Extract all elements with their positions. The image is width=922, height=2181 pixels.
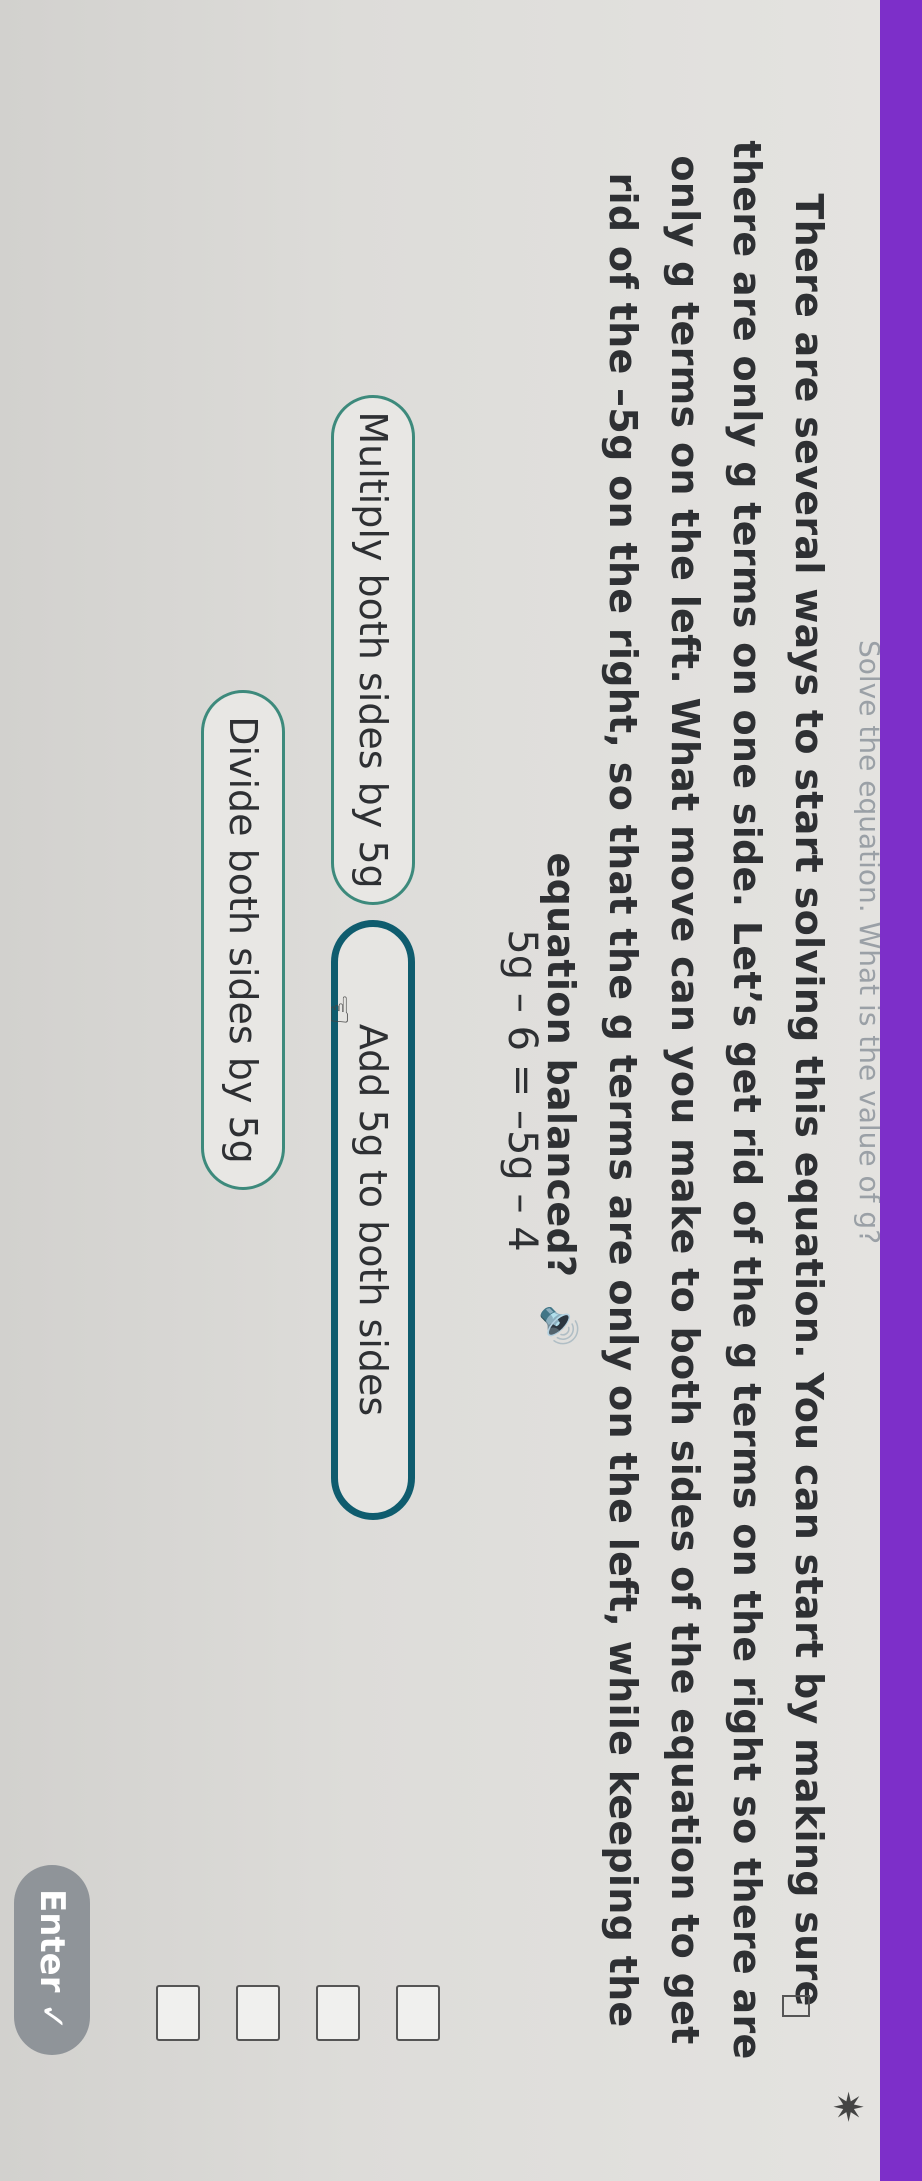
enter-label: Enter	[32, 1888, 72, 1993]
instruction-body: There are several ways to start solving …	[539, 140, 831, 2060]
flag-icon	[782, 1995, 810, 2017]
choice-multiply-5g[interactable]: Multiply both sides by 5g	[331, 395, 415, 905]
choice-label: Divide both sides by 5g	[221, 716, 265, 1164]
sparkle-icon: ✷	[824, 2090, 870, 2124]
hand-pointer-icon: ☝	[328, 990, 351, 1032]
choice-label: Multiply both sides by 5g	[351, 411, 395, 889]
enter-button[interactable]: Enter ✓	[14, 1865, 90, 2055]
progress-tracker	[120, 1975, 440, 2075]
question-title: Solve the equation. What is the value of…	[853, 640, 880, 1245]
choice-divide-5g[interactable]: Divide both sides by 5g	[201, 690, 285, 1190]
equation: 5g – 6 = –5g – 4	[499, 929, 545, 1252]
check-icon: ✓	[32, 2002, 72, 2032]
instruction-text: There are several ways to start solving …	[528, 140, 840, 2060]
progress-box	[236, 1985, 280, 2041]
screen: Solve the equation. What is the value of…	[0, 0, 922, 2181]
accent-bar	[880, 0, 922, 2181]
lesson-page: Solve the equation. What is the value of…	[0, 0, 880, 2181]
progress-box	[156, 1985, 200, 2041]
progress-box	[396, 1985, 440, 2041]
choice-label: Add 5g to both sides	[351, 1023, 395, 1417]
progress-box	[316, 1985, 360, 2041]
